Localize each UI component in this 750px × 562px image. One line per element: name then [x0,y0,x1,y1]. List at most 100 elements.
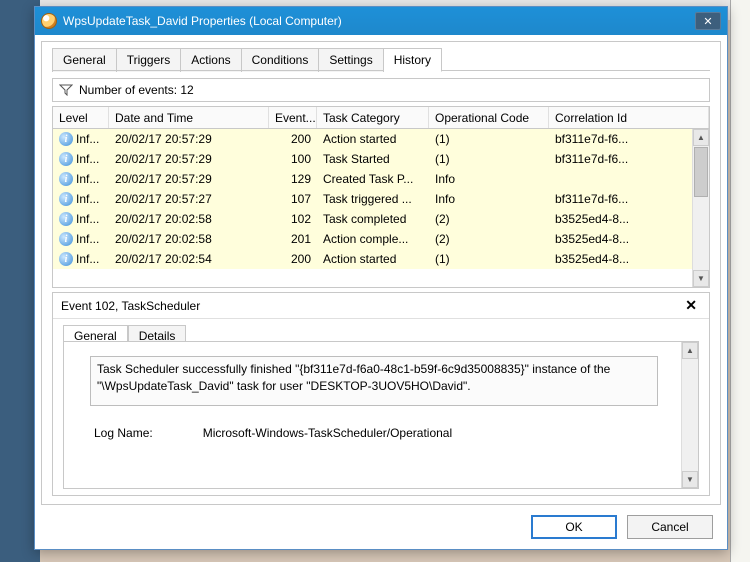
tab-settings[interactable]: Settings [319,48,383,72]
info-icon: i [59,172,73,186]
cell-corr: bf311e7d-f6... [549,152,692,166]
cell-corr: bf311e7d-f6... [549,132,692,146]
col-task[interactable]: Task Category [317,107,429,128]
cell-event: 102 [269,212,317,226]
scroll-down-button[interactable]: ▼ [693,270,709,287]
col-date[interactable]: Date and Time [109,107,269,128]
cell-op: (1) [429,152,549,166]
cell-task: Action started [317,132,429,146]
table-row[interactable]: iInf...20/02/17 20:02:58102Task complete… [53,209,692,229]
cell-event: 201 [269,232,317,246]
cell-date: 20/02/17 20:57:29 [109,172,269,186]
properties-dialog: WpsUpdateTask_David Properties (Local Co… [34,6,728,550]
table-row[interactable]: iInf...20/02/17 20:57:27107Task triggere… [53,189,692,209]
event-detail-header: Event 102, TaskScheduler ✕ [53,293,709,319]
cell-op: (2) [429,232,549,246]
detail-scroll-down[interactable]: ▼ [682,471,698,488]
cell-event: 129 [269,172,317,186]
cell-date: 20/02/17 20:02:58 [109,232,269,246]
event-detail-panel: Event 102, TaskScheduler ✕ General Detai… [52,292,710,496]
info-icon: i [59,252,73,266]
cell-level: iInf... [53,252,109,266]
event-count-label: Number of events: 12 [79,83,194,97]
cell-event: 107 [269,192,317,206]
info-icon: i [59,232,73,246]
scroll-thumb[interactable] [694,147,708,197]
detail-scroll-track[interactable] [682,359,698,471]
tab-underline [52,70,710,71]
cell-op: Info [429,172,549,186]
window-title: WpsUpdateTask_David Properties (Local Co… [63,14,695,28]
col-level[interactable]: Level [53,107,109,128]
log-name-label: Log Name: [94,426,153,440]
client-area: General Triggers Actions Conditions Sett… [41,41,721,505]
col-op[interactable]: Operational Code [429,107,549,128]
cell-event: 200 [269,132,317,146]
history-panel: Number of events: 12 Level Date and Time… [52,78,710,496]
event-detail-close-icon[interactable]: ✕ [681,297,701,314]
ok-button[interactable]: OK [531,515,617,539]
scroll-track[interactable] [693,198,709,270]
event-grid: Level Date and Time Event... Task Catego… [52,106,710,288]
table-row[interactable]: iInf...20/02/17 20:57:29200Action starte… [53,129,692,149]
close-button[interactable]: ✕ [695,12,721,30]
filter-icon[interactable] [59,84,73,96]
cell-task: Task completed [317,212,429,226]
cell-task: Task triggered ... [317,192,429,206]
tab-triggers[interactable]: Triggers [117,48,182,72]
titlebar: WpsUpdateTask_David Properties (Local Co… [35,7,727,35]
cell-event: 200 [269,252,317,266]
grid-header: Level Date and Time Event... Task Catego… [53,107,709,129]
cell-level: iInf... [53,192,109,206]
cell-task: Action started [317,252,429,266]
cell-event: 100 [269,152,317,166]
grid-body[interactable]: iInf...20/02/17 20:57:29200Action starte… [53,129,692,287]
cell-level: iInf... [53,132,109,146]
cell-op: (1) [429,252,549,266]
app-icon [41,13,57,29]
main-tabs: General Triggers Actions Conditions Sett… [52,48,442,72]
cell-date: 20/02/17 20:57:29 [109,152,269,166]
info-icon: i [59,152,73,166]
col-event[interactable]: Event... [269,107,317,128]
cancel-button[interactable]: Cancel [627,515,713,539]
cell-op: (2) [429,212,549,226]
cell-op: (1) [429,132,549,146]
detail-scroll-up[interactable]: ▲ [682,342,698,359]
background-right [730,0,750,562]
cell-corr: bf311e7d-f6... [549,192,692,206]
table-row[interactable]: iInf...20/02/17 20:57:29100Task Started(… [53,149,692,169]
detail-scrollbar[interactable]: ▲ ▼ [681,342,698,488]
table-row[interactable]: iInf...20/02/17 20:02:54200Action starte… [53,249,692,269]
event-count-bar: Number of events: 12 [52,78,710,102]
tab-actions[interactable]: Actions [181,48,241,72]
info-icon: i [59,132,73,146]
cell-task: Action comple... [317,232,429,246]
cell-date: 20/02/17 20:02:54 [109,252,269,266]
info-icon: i [59,192,73,206]
cell-date: 20/02/17 20:57:29 [109,132,269,146]
info-icon: i [59,212,73,226]
cell-level: iInf... [53,232,109,246]
grid-scrollbar[interactable]: ▲ ▼ [692,129,709,287]
cell-level: iInf... [53,212,109,226]
tab-general[interactable]: General [52,48,117,72]
cell-op: Info [429,192,549,206]
log-name-row: Log Name: Microsoft-Windows-TaskSchedule… [94,426,452,440]
tab-history[interactable]: History [384,48,442,72]
event-detail-title: Event 102, TaskScheduler [61,299,681,313]
col-corr[interactable]: Correlation Id [549,107,709,128]
event-message-box[interactable]: Task Scheduler successfully finished "{b… [90,356,658,406]
cell-date: 20/02/17 20:57:27 [109,192,269,206]
scroll-up-button[interactable]: ▲ [693,129,709,146]
detail-frame: Task Scheduler successfully finished "{b… [63,341,699,489]
cell-level: iInf... [53,172,109,186]
table-row[interactable]: iInf...20/02/17 20:57:29129Created Task … [53,169,692,189]
cell-task: Task Started [317,152,429,166]
cell-corr: b3525ed4-8... [549,252,692,266]
dialog-buttons: OK Cancel [531,515,713,539]
cell-date: 20/02/17 20:02:58 [109,212,269,226]
tab-conditions[interactable]: Conditions [242,48,320,72]
table-row[interactable]: iInf...20/02/17 20:02:58201Action comple… [53,229,692,249]
cell-corr: b3525ed4-8... [549,212,692,226]
